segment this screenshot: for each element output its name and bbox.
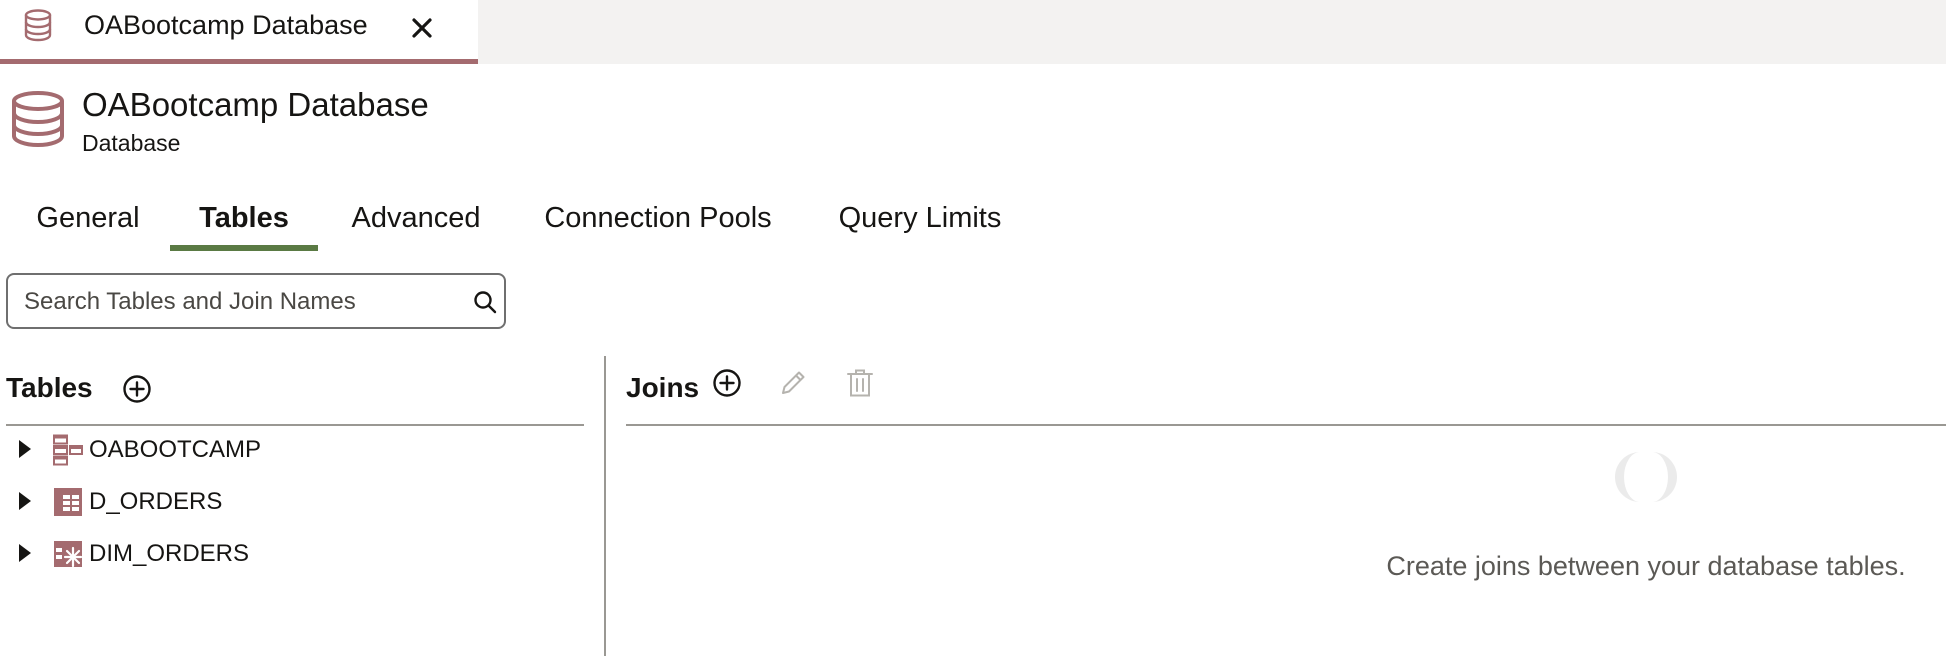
expand-caret-icon[interactable]: [16, 490, 34, 512]
tab-connection-pools[interactable]: Connection Pools: [542, 198, 774, 254]
empty-state-logo-icon: [1614, 452, 1678, 502]
tab-query-limits[interactable]: Query Limits: [834, 198, 1006, 254]
tables-divider: [6, 424, 584, 426]
edit-icon[interactable]: [778, 368, 808, 398]
document-tabstrip: OABootcamp Database: [0, 0, 1946, 64]
tree-item-oabootcamp[interactable]: OABOOTCAMP: [0, 428, 584, 472]
schema-icon: [53, 434, 83, 466]
joins-panel: Joins Create joins between your database…: [626, 356, 1946, 656]
database-icon: [12, 91, 64, 148]
expand-caret-icon[interactable]: [16, 438, 34, 460]
tab-advanced[interactable]: Advanced: [348, 198, 484, 254]
joins-divider: [626, 424, 1946, 426]
search-input[interactable]: [24, 285, 454, 319]
add-join-icon[interactable]: [712, 368, 742, 398]
database-icon: [24, 9, 52, 42]
tables-heading: Tables: [6, 372, 93, 403]
tree-item-d-orders[interactable]: D_ORDERS: [0, 480, 584, 524]
panel-splitter[interactable]: [604, 356, 606, 656]
tree-item-label: DIM_ORDERS: [89, 540, 250, 567]
search-icon[interactable]: [472, 289, 498, 315]
tree-item-dim-orders[interactable]: DIM_ORDERS: [0, 532, 584, 576]
document-tab[interactable]: OABootcamp Database: [0, 0, 478, 64]
delete-icon[interactable]: [846, 368, 874, 398]
page-subtitle: Database: [82, 130, 181, 156]
document-tab-title: OABootcamp Database: [84, 10, 368, 40]
search-box: [6, 273, 506, 329]
tree-item-label: D_ORDERS: [89, 488, 223, 515]
tree-item-label: OABOOTCAMP: [89, 436, 262, 463]
expand-caret-icon[interactable]: [16, 542, 34, 564]
page-title: OABootcamp Database: [82, 86, 429, 123]
table-icon: [54, 488, 82, 516]
tab-general[interactable]: General: [34, 198, 142, 254]
joins-heading: Joins: [626, 372, 700, 403]
close-icon[interactable]: [406, 12, 438, 44]
add-table-icon[interactable]: [122, 374, 152, 404]
tab-tables[interactable]: Tables: [170, 198, 318, 254]
empty-state-message: Create joins between your database table…: [1386, 551, 1906, 581]
dimension-table-icon: [54, 541, 83, 568]
tables-panel: Tables OABOOTCAMP D_ORDERS DIM_ORDERS: [0, 356, 584, 656]
